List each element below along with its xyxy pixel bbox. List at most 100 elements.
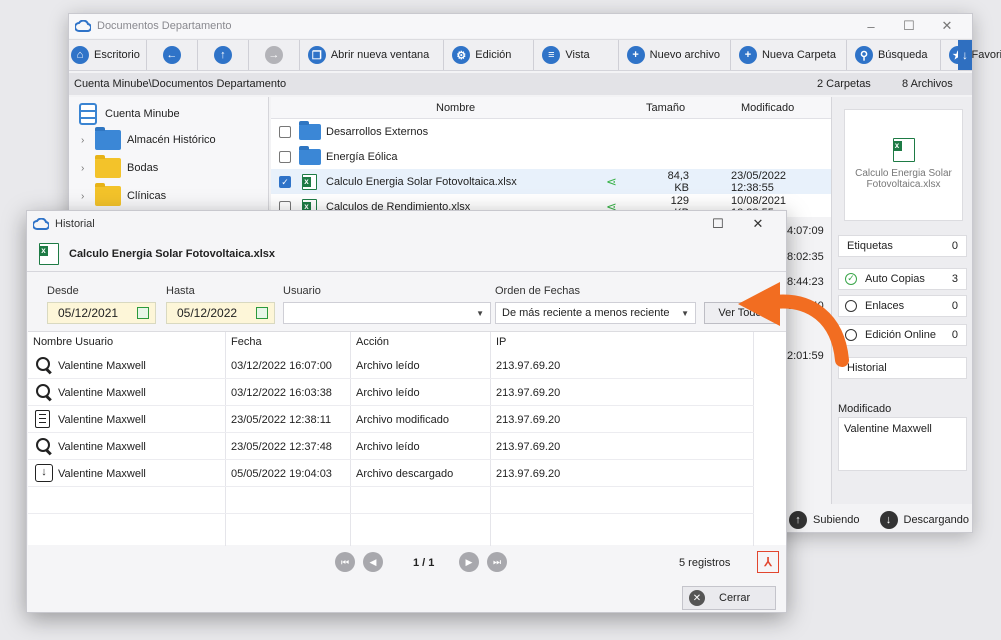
new-folder-button[interactable]: + Nueva Carpeta [731, 40, 847, 70]
search-icon [35, 356, 53, 374]
tree-item-bodas[interactable]: › Bodas [81, 155, 158, 178]
file-preview: Calculo Energia Solar Fotovoltaica.xlsx [844, 109, 963, 221]
dialog-file: Calculo Energia Solar Fotovoltaica.xlsx [39, 243, 275, 265]
file-list-header: Nombre Tamaño Modificado [271, 97, 831, 119]
next-page-icon[interactable]: ▶ [459, 552, 479, 572]
order-select[interactable]: De más reciente a menos reciente ▼ [495, 302, 696, 324]
to-label: Hasta [166, 285, 195, 297]
excel-file-icon [39, 243, 59, 265]
calendar-icon[interactable] [137, 307, 149, 319]
dialog-titlebar: Historial ☐ ✕ [27, 211, 786, 237]
search-icon [35, 383, 53, 401]
dialog-title: Historial [55, 218, 95, 230]
toolbar-more-button[interactable]: ↓ [958, 40, 972, 70]
edit-button[interactable]: ⚙ Edición [444, 40, 535, 70]
calendar-icon[interactable] [256, 307, 268, 319]
column-name[interactable]: Nombre [436, 102, 475, 114]
dialog-close-x-button[interactable]: ✕ [738, 211, 778, 237]
modified-time-partial: 4:07:09 [787, 225, 824, 237]
table-row[interactable]: Valentine Maxwell 23/05/2022 12:38:11 Ar… [28, 406, 754, 433]
document-icon [35, 410, 50, 428]
dialog-maximize-button[interactable]: ☐ [698, 211, 738, 237]
row-checkbox[interactable] [279, 150, 291, 163]
header-ip[interactable]: IP [496, 336, 506, 348]
to-date-input[interactable]: 05/12/2022 [166, 302, 275, 324]
table-row[interactable]: Valentine Maxwell 03/12/2022 16:07:00 Ar… [28, 352, 754, 379]
new-window-button[interactable]: ❐ Abrir nueva ventana [300, 40, 445, 70]
forward-button[interactable]: → [249, 40, 300, 70]
minimize-button[interactable]: – [852, 14, 890, 38]
folders-count: 2 Carpetas [817, 78, 871, 90]
folder-tree: Cuenta Minube › Almacén Histórico › Boda… [69, 97, 269, 217]
folder-icon [299, 145, 321, 165]
close-button[interactable]: ✕ Cerrar [682, 586, 776, 610]
row-checkbox-checked[interactable]: ✓ [279, 175, 291, 188]
row-checkbox[interactable] [279, 125, 291, 138]
modified-by-box: Valentine Maxwell [838, 417, 967, 471]
modified-time-partial: 8:02:35 [787, 251, 824, 263]
main-titlebar: Documentos Departamento – ☐ ✕ [69, 14, 972, 38]
folder-icon [95, 127, 121, 150]
file-row[interactable]: Desarrollos Externos [271, 119, 831, 144]
divider [27, 271, 786, 272]
plus-icon: + [738, 46, 757, 64]
user-label: Usuario [283, 285, 321, 297]
chevron-right-icon[interactable]: › [81, 191, 95, 202]
table-row[interactable]: ↓ Valentine Maxwell 05/05/2022 19:04:03 … [28, 460, 754, 487]
from-date-input[interactable]: 05/12/2021 [47, 302, 156, 324]
chevron-right-icon[interactable]: › [81, 135, 95, 146]
home-icon: ⌂ [71, 46, 89, 64]
close-window-button[interactable]: ✕ [928, 14, 966, 38]
arrow-right-icon: → [264, 46, 283, 64]
excel-file-icon [892, 138, 915, 162]
previous-page-icon[interactable]: ◀ [363, 552, 383, 572]
window-icon: ❐ [307, 46, 326, 64]
records-count: 5 registros [679, 557, 731, 569]
column-size[interactable]: Tamaño [646, 102, 685, 114]
tree-root[interactable]: Cuenta Minube [79, 103, 180, 125]
search-button[interactable]: ⚲ Búsqueda [847, 40, 941, 70]
from-label: Desde [47, 285, 79, 297]
close-icon: ✕ [689, 590, 705, 606]
gear-icon: ⚙ [452, 46, 471, 64]
table-row[interactable]: Valentine Maxwell 03/12/2022 16:03:38 Ar… [28, 379, 754, 406]
download-icon[interactable]: ↓ [879, 511, 898, 529]
table-row[interactable]: Valentine Maxwell 23/05/2022 12:37:48 Ar… [28, 433, 754, 460]
breadcrumb: Cuenta Minube\Documentos Departamento [74, 78, 287, 90]
arrow-down-icon: ↓ [962, 48, 968, 62]
excel-file-icon [302, 173, 317, 190]
history-table: Nombre Usuario Fecha Acción IP Valentine… [28, 331, 786, 546]
dropdown-arrow-icon: ▼ [476, 308, 484, 318]
view-button[interactable]: ≡ Vista [534, 40, 619, 70]
file-list: Nombre Tamaño Modificado Desarrollos Ext… [271, 97, 831, 219]
arrow-up-icon: ↑ [213, 46, 232, 64]
desktop-button[interactable]: ⌂ Escritorio [69, 40, 147, 70]
header-action[interactable]: Acción [356, 336, 389, 348]
up-button[interactable]: ↑ [198, 40, 249, 70]
chevron-right-icon[interactable]: › [81, 163, 95, 174]
share-icon[interactable]: ⋖ [606, 174, 617, 190]
column-modified[interactable]: Modificado [741, 102, 794, 114]
file-row[interactable]: Energía Eólica [271, 144, 831, 169]
tree-item-almacen[interactable]: › Almacén Histórico [81, 127, 216, 150]
header-date[interactable]: Fecha [231, 336, 262, 348]
header-user[interactable]: Nombre Usuario [33, 336, 113, 348]
upload-icon[interactable]: ↑ [789, 511, 807, 529]
last-page-icon[interactable]: ⏭ [487, 552, 507, 572]
tags-item[interactable]: Etiquetas 0 [838, 235, 967, 257]
folder-icon [95, 183, 121, 206]
maximize-button[interactable]: ☐ [890, 14, 928, 38]
folder-icon [95, 155, 121, 178]
pdf-export-icon[interactable]: ⅄ [757, 551, 779, 573]
dropdown-arrow-icon: ▼ [681, 308, 689, 318]
folder-icon [299, 120, 321, 140]
first-page-icon[interactable]: ⏮ [335, 552, 355, 572]
back-button[interactable]: ← [147, 40, 198, 70]
pager: ⏮ ◀ 1 / 1 ▶ ⏭ 5 registros ⅄ [27, 548, 786, 578]
tree-item-clinicas[interactable]: › Clínicas [81, 183, 166, 206]
new-file-button[interactable]: + Nuevo archivo [619, 40, 731, 70]
user-select[interactable]: ▼ [283, 302, 491, 324]
plus-icon: + [626, 46, 645, 64]
arrow-left-icon: ← [162, 46, 181, 64]
file-row-selected[interactable]: ✓ Calculo Energia Solar Fotovoltaica.xls… [271, 169, 831, 194]
